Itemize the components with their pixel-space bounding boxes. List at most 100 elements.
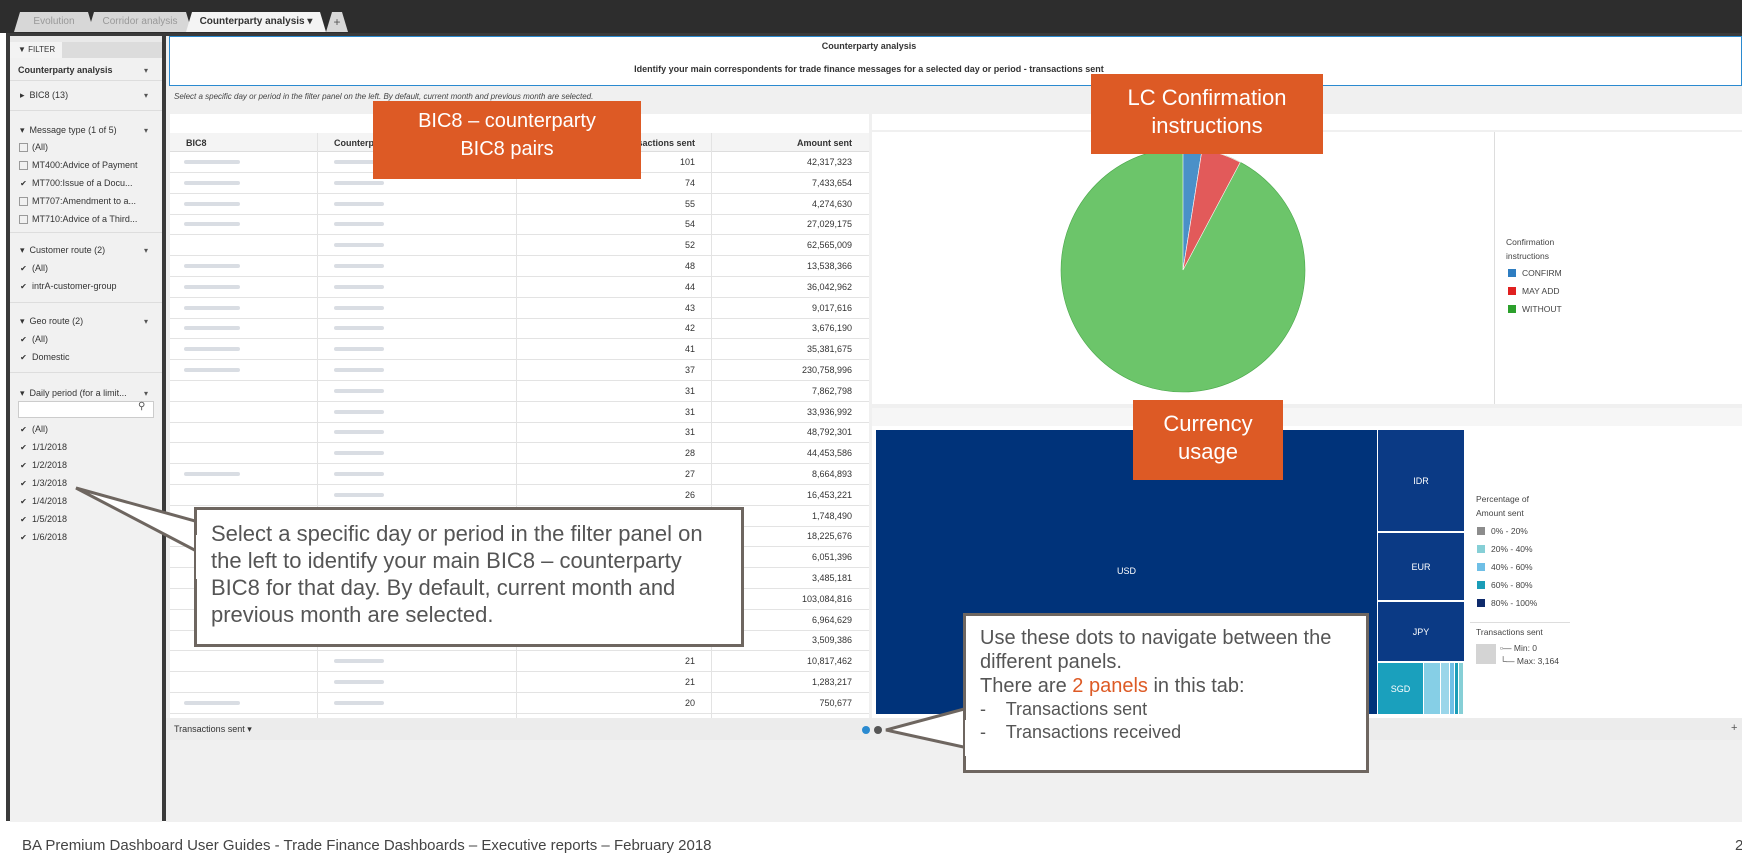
tab-evolution[interactable]: Evolution bbox=[14, 12, 94, 32]
filter-tab[interactable]: ▼ FILTER bbox=[10, 42, 62, 58]
legend-swatch[interactable] bbox=[1477, 599, 1485, 607]
legend-swatch[interactable] bbox=[1477, 563, 1485, 571]
customer-route-option[interactable]: (All) bbox=[32, 263, 48, 273]
size-legend-swatch bbox=[1476, 644, 1496, 664]
date-search-input[interactable] bbox=[18, 401, 154, 418]
transactions-sent-cell: 44 bbox=[684, 281, 695, 292]
expand-icon[interactable]: + bbox=[1731, 722, 1737, 734]
message-type-checkbox[interactable] bbox=[19, 215, 28, 224]
chevron-down-icon[interactable]: ▾ bbox=[144, 66, 148, 75]
legend-item[interactable]: 80% - 100% bbox=[1491, 598, 1537, 608]
customer-route-header[interactable]: ▾ Customer route (2) bbox=[20, 245, 105, 256]
geo-route-option[interactable]: Domestic bbox=[32, 352, 70, 362]
legend-swatch[interactable] bbox=[1477, 527, 1485, 535]
message-type-checkbox[interactable]: ✔ bbox=[19, 179, 28, 188]
message-type-header[interactable]: ▾ Message type (1 of 5) bbox=[20, 125, 117, 136]
daily-period-checkbox[interactable]: ✔ bbox=[19, 443, 28, 452]
daily-period-checkbox[interactable]: ✔ bbox=[19, 425, 28, 434]
page-title: Counterparty analysis bbox=[821, 41, 917, 51]
message-type-option[interactable]: MT710:Advice of a Third... bbox=[32, 214, 137, 224]
amount-sent-cell: 1,283,217 bbox=[811, 677, 852, 687]
legend-item[interactable]: 20% - 40% bbox=[1491, 544, 1533, 554]
legend-item[interactable]: 0% - 20% bbox=[1491, 526, 1528, 536]
daily-period-checkbox[interactable]: ✔ bbox=[19, 515, 28, 524]
message-type-option[interactable]: (All) bbox=[32, 142, 48, 152]
caret-down-icon: ▾ bbox=[20, 388, 25, 398]
panel-dot-transactions-received[interactable] bbox=[874, 726, 882, 734]
message-type-checkbox[interactable] bbox=[19, 143, 28, 152]
redacted-counterparty bbox=[334, 659, 384, 664]
size-legend-min: ▫— Min: 0 bbox=[1500, 643, 1538, 653]
daily-period-option[interactable]: 1/5/2018 bbox=[32, 514, 67, 524]
redacted-counterparty bbox=[334, 347, 384, 352]
treemap-cell-small[interactable] bbox=[1441, 663, 1449, 714]
treemap-cell-small[interactable] bbox=[1450, 663, 1454, 714]
redacted-counterparty bbox=[334, 492, 384, 497]
legend-item[interactable]: CONFIRM bbox=[1522, 268, 1562, 278]
legend-item[interactable]: MAY ADD bbox=[1522, 286, 1559, 296]
chevron-down-icon[interactable]: ▾ bbox=[144, 317, 148, 326]
legend-swatch[interactable] bbox=[1508, 269, 1516, 277]
page-number: 2 bbox=[1735, 837, 1742, 854]
panel-selector[interactable]: Transactions sent ▾ bbox=[174, 724, 252, 735]
legend-swatch[interactable] bbox=[1508, 305, 1516, 313]
filter-tab-strip bbox=[62, 42, 162, 58]
bic8-filter-header[interactable]: ▸ BIC8 (13) bbox=[20, 90, 68, 101]
legend-item[interactable]: WITHOUT bbox=[1522, 304, 1562, 314]
message-type-option[interactable]: MT707:Amendment to a... bbox=[32, 196, 136, 206]
column-counterparty[interactable]: Counterp bbox=[334, 138, 374, 148]
customer-route-checkbox[interactable]: ✔ bbox=[19, 282, 28, 291]
daily-period-option[interactable]: 1/2/2018 bbox=[32, 460, 67, 470]
legend-swatch[interactable] bbox=[1477, 581, 1485, 589]
callout-lc-confirmation: LC Confirmation instructions bbox=[1091, 74, 1323, 154]
chevron-down-icon[interactable]: ▾ bbox=[144, 389, 148, 398]
daily-period-option[interactable]: 1/1/2018 bbox=[32, 442, 67, 452]
chevron-down-icon[interactable]: ▾ bbox=[144, 126, 148, 135]
daily-period-checkbox[interactable]: ✔ bbox=[19, 461, 28, 470]
tab-corridor-analysis[interactable]: Corridor analysis bbox=[88, 12, 192, 32]
message-type-option[interactable]: MT700:Issue of a Docu... bbox=[32, 178, 133, 188]
message-type-checkbox[interactable] bbox=[19, 197, 28, 206]
daily-period-checkbox[interactable]: ✔ bbox=[19, 479, 28, 488]
treemap-cell-small[interactable] bbox=[1459, 663, 1463, 714]
legend-item[interactable]: 60% - 80% bbox=[1491, 580, 1533, 590]
daily-period-option[interactable]: 1/3/2018 bbox=[32, 478, 67, 488]
redacted-counterparty bbox=[334, 201, 384, 206]
geo-route-header[interactable]: ▾ Geo route (2) bbox=[20, 316, 83, 327]
daily-period-checkbox[interactable]: ✔ bbox=[19, 533, 28, 542]
geo-route-option[interactable]: (All) bbox=[32, 334, 48, 344]
search-icon[interactable]: ⚲ bbox=[138, 401, 145, 412]
message-type-option[interactable]: MT400:Advice of Payment bbox=[32, 160, 138, 170]
geo-route-checkbox[interactable]: ✔ bbox=[19, 335, 28, 344]
amount-sent-cell: 44,453,586 bbox=[806, 448, 852, 459]
message-type-checkbox[interactable] bbox=[19, 161, 28, 170]
size-legend-title: Transactions sent bbox=[1476, 627, 1543, 637]
amount-sent-cell: 33,936,992 bbox=[806, 406, 852, 417]
legend-item[interactable]: 40% - 60% bbox=[1491, 562, 1533, 572]
amount-sent-cell: 3,485,181 bbox=[811, 573, 852, 583]
geo-route-checkbox[interactable]: ✔ bbox=[19, 353, 28, 362]
transactions-sent-cell: 42 bbox=[684, 323, 695, 334]
customer-route-checkbox[interactable]: ✔ bbox=[19, 264, 28, 273]
daily-period-option[interactable]: 1/6/2018 bbox=[32, 532, 67, 542]
column-amount-sent[interactable]: Amount sent bbox=[760, 138, 852, 148]
daily-period-option[interactable]: (All) bbox=[32, 424, 48, 434]
daily-period-checkbox[interactable]: ✔ bbox=[19, 497, 28, 506]
chevron-down-icon[interactable]: ▾ bbox=[144, 246, 148, 255]
legend-swatch[interactable] bbox=[1477, 545, 1485, 553]
customer-route-option[interactable]: intrA-customer-group bbox=[32, 281, 117, 291]
view-select[interactable]: Counterparty analysis bbox=[18, 65, 113, 75]
divider bbox=[10, 80, 162, 81]
chevron-down-icon[interactable]: ▾ bbox=[144, 91, 148, 100]
chevron-down-icon: ▾ bbox=[247, 724, 252, 734]
tab-counterparty-analysis[interactable]: Counterparty analysis ▾ bbox=[186, 12, 326, 32]
panel-dot-transactions-sent[interactable] bbox=[862, 726, 870, 734]
daily-period-option[interactable]: 1/4/2018 bbox=[32, 496, 67, 506]
treemap-cell-small[interactable] bbox=[1455, 663, 1458, 714]
treemap-cell-small[interactable] bbox=[1424, 663, 1440, 714]
legend-swatch[interactable] bbox=[1508, 287, 1516, 295]
confirmation-pie-chart[interactable] bbox=[1055, 148, 1311, 398]
daily-period-header[interactable]: ▾ Daily period (for a limit... bbox=[20, 388, 127, 399]
redacted-bic8 bbox=[184, 700, 240, 705]
column-bic8[interactable]: BIC8 bbox=[186, 138, 207, 148]
